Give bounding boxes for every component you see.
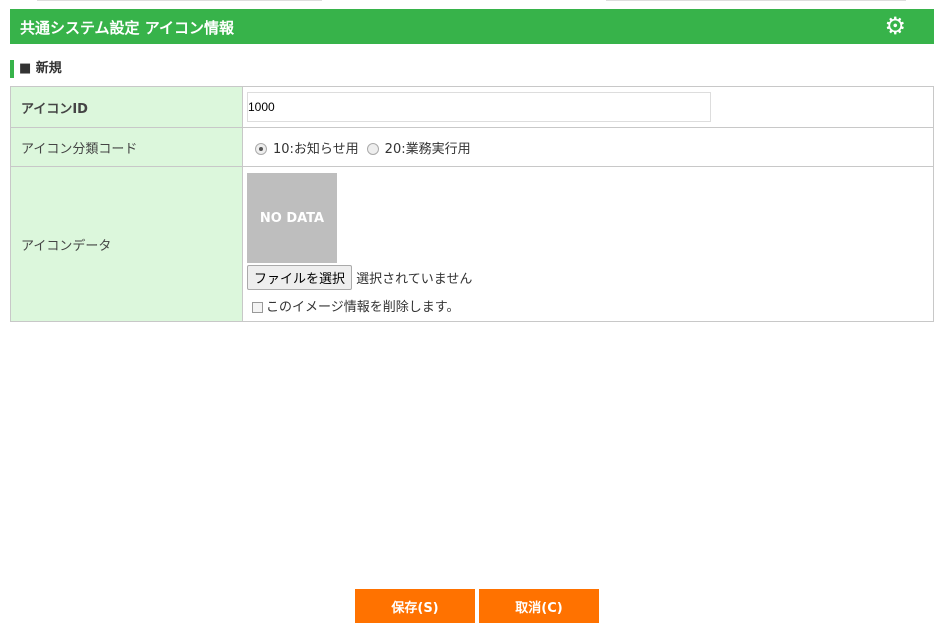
page-header: 共通システム設定 アイコン情報 ⚙ [10, 9, 934, 44]
icon-id-label: アイコンID [10, 86, 243, 128]
category-label: アイコン分類コード [10, 127, 243, 167]
icon-data-label: アイコンデータ [10, 166, 243, 322]
radio-10[interactable] [255, 143, 267, 155]
cancel-button[interactable]: 取消(C) [479, 589, 599, 623]
page-title: 共通システム設定 アイコン情報 [20, 19, 235, 37]
file-select-button[interactable]: ファイルを選択 [247, 265, 353, 290]
icon-preview: NO DATA [247, 173, 337, 263]
radio-20-label[interactable]: 20:業務実行用 [385, 142, 471, 157]
delete-image-label[interactable]: このイメージ情報を削除します。 [266, 300, 459, 315]
file-status: 選択されていません [356, 272, 473, 287]
gear-icon[interactable]: ⚙ [884, 13, 906, 39]
divider [37, 0, 322, 1]
section-title: ■ 新規 [10, 60, 62, 78]
icon-id-input[interactable] [247, 92, 711, 122]
delete-image-checkbox[interactable] [252, 302, 263, 313]
icon-form: アイコンID アイコン分類コード 10:お知らせ用 20:業務実行用 アイコンデー… [10, 86, 934, 322]
radio-20[interactable] [366, 143, 379, 155]
radio-10-label[interactable]: 10:お知らせ用 [273, 142, 359, 157]
divider [606, 0, 906, 1]
save-button[interactable]: 保存(S) [355, 589, 475, 623]
